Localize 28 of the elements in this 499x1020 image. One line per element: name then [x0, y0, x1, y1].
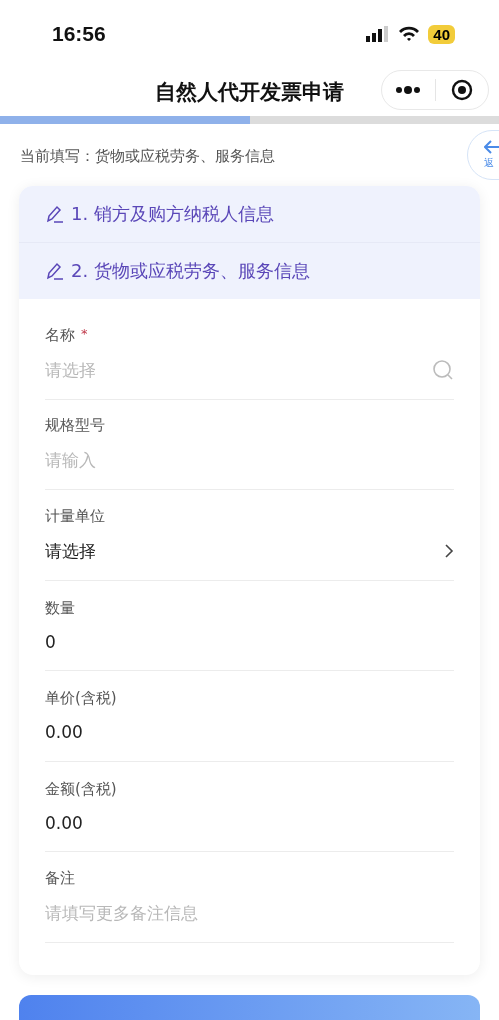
wifi-icon — [398, 26, 421, 42]
field-label: 备注 — [45, 868, 75, 888]
current-step-text: 当前填写：货物或应税劳务、服务信息 — [20, 147, 275, 166]
pen-icon — [45, 204, 65, 224]
back-arrow-icon — [484, 140, 499, 154]
battery-level: 40 — [428, 24, 455, 44]
status-time: 16:56 — [52, 22, 106, 46]
step-header[interactable]: 2. 货物或应税劳务、服务信息 — [19, 242, 480, 299]
more-icon[interactable] — [395, 86, 422, 94]
field-value[interactable]: 0.00 — [45, 722, 83, 743]
field-label: 名称 — [45, 325, 75, 345]
step-header[interactable]: 1. 销方及购方纳税人信息 — [19, 186, 480, 242]
field-label: 计量单位 — [45, 506, 105, 526]
signal-icon — [366, 26, 391, 42]
field-label: 数量 — [45, 598, 75, 618]
field-value[interactable]: 0 — [45, 631, 56, 652]
back-label: 返 — [484, 156, 494, 170]
back-button[interactable]: 返 — [467, 130, 499, 180]
field-label: 金额(含税) — [45, 779, 117, 799]
required-mark: * — [81, 325, 88, 341]
chevron-icon[interactable] — [444, 544, 454, 559]
pen-icon — [45, 261, 65, 281]
field-label: 单价(含税) — [45, 689, 117, 709]
close-target-icon[interactable] — [450, 79, 473, 101]
field-label: 规格型号 — [45, 416, 105, 436]
page-title: 自然人代开发票申请 — [155, 79, 344, 106]
field-value[interactable]: 请选择 — [45, 539, 96, 563]
field-value[interactable]: 0.00 — [45, 812, 83, 833]
